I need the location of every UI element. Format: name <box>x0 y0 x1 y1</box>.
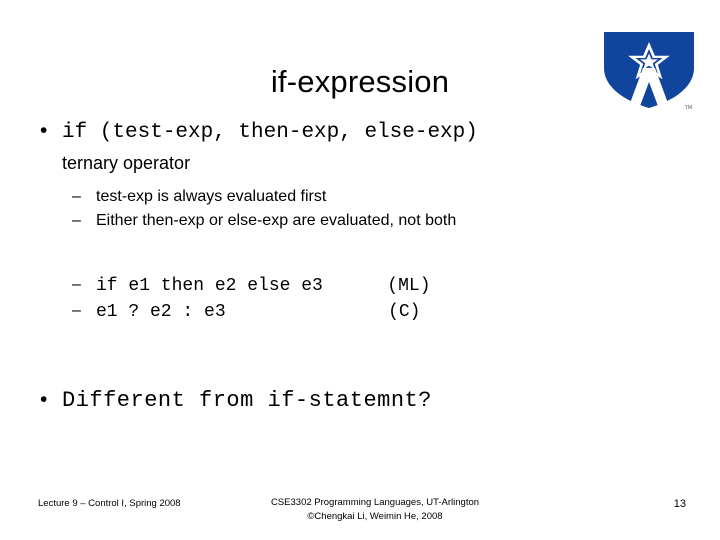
bullet-marker: • <box>40 119 48 142</box>
list-item: – test-exp is always evaluated first <box>72 185 720 209</box>
list-item-ml: – if e1 then e2 else e3 (ML) <box>72 273 720 299</box>
ternary-operator-label: ternary operator <box>62 153 191 174</box>
footer-lecture-info: Lecture 9 – Control I, Spring 2008 <box>38 498 181 509</box>
footer-course-line1: CSE3302 Programming Languages, UT-Arling… <box>270 497 480 508</box>
footer-course-info: CSE3302 Programming Languages, UT-Arling… <box>215 496 535 524</box>
list-item-label: test-exp is always evaluated first <box>96 187 327 205</box>
dash-marker: – <box>72 301 81 319</box>
footer-course-line2: ©Chengkai Li, Weimin He, 2008 <box>307 510 443 522</box>
list-item-label: Either then-exp or else-exp are evaluate… <box>96 211 457 229</box>
c-language-tag: (C) <box>388 301 421 322</box>
dash-marker: – <box>72 275 81 293</box>
ml-code: if e1 then e2 else e3 <box>96 275 323 296</box>
bullet-marker: • <box>40 387 48 411</box>
slide-body: • if (test-exp, then-exp, else-exp) tern… <box>0 118 720 414</box>
c-code: e1 ? e2 : e3 <box>96 301 226 322</box>
bullet-different-from: • Different from if-statemnt? <box>36 387 720 415</box>
dash-marker: – <box>72 187 81 205</box>
bullet-if-expression: • if (test-exp, then-exp, else-exp) <box>36 118 720 146</box>
list-item: – Either then-exp or else-exp are evalua… <box>72 209 720 233</box>
slide: if-expression TM • if (test-exp, then-ex… <box>0 0 720 540</box>
ml-language-tag: (ML) <box>387 275 431 296</box>
page-number: 13 <box>673 498 686 510</box>
list-item-c: – e1 ? e2 : e3 (C) <box>72 299 720 325</box>
different-from-code: Different from if-statemnt? <box>62 387 432 413</box>
uta-logo: TM <box>596 28 702 112</box>
trademark-symbol: TM <box>684 105 692 111</box>
slide-footer: Lecture 9 – Control I, Spring 2008 CSE33… <box>0 486 720 540</box>
dash-marker: – <box>72 211 81 229</box>
if-expression-code: if (test-exp, then-exp, else-exp) <box>62 121 478 144</box>
